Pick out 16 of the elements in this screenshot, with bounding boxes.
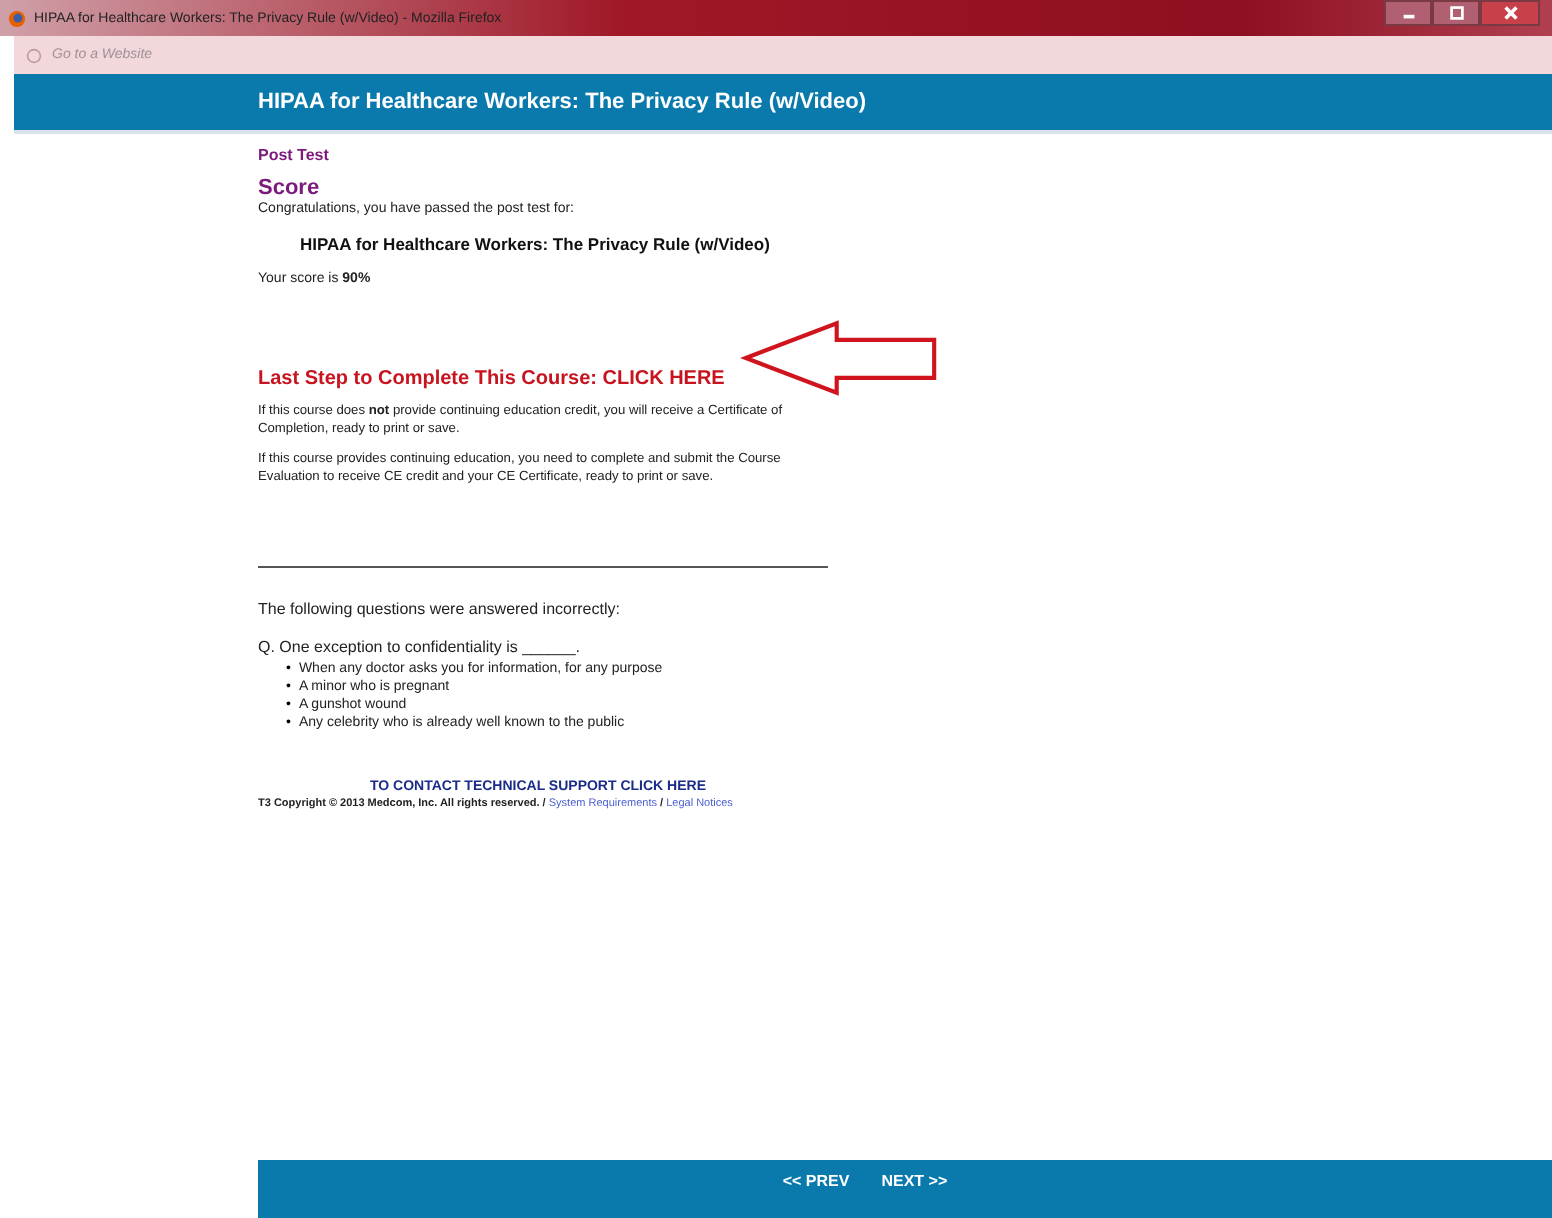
maximize-button[interactable] — [1432, 0, 1480, 26]
minimize-button[interactable] — [1384, 0, 1432, 26]
close-button[interactable] — [1480, 0, 1540, 26]
nav-link[interactable]: << PREV — [782, 1172, 850, 1190]
section-label: Post Test — [258, 146, 331, 164]
close-icon — [1501, 4, 1519, 22]
last-step-link[interactable]: Last Step to Complete This Course: CLICK HERE — [258, 368, 725, 390]
score-heading: Score — [258, 176, 322, 200]
globe-icon — [26, 47, 42, 63]
course-header-title: HIPAA for Healthcare Workers: The Privacy Rule (w/Video) — [258, 90, 867, 114]
incorrect-intro-text: The following questions were answered incorrectly: — [258, 600, 622, 618]
course-title: HIPAA for Healthcare Workers: The Privacy Rule (w/Video) — [300, 234, 772, 254]
question-text: Q. One exception to confidentiality is ______. — [258, 638, 582, 656]
maximize-icon — [1447, 4, 1465, 22]
browser-icon — [8, 9, 26, 27]
nav-link[interactable]: NEXT >> — [881, 1172, 948, 1190]
